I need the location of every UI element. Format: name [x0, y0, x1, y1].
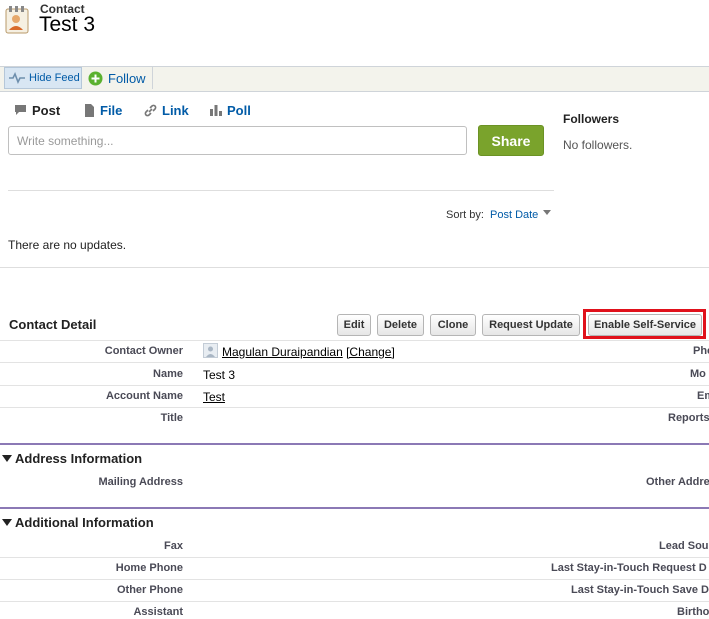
chevron-down-icon[interactable] [543, 210, 551, 215]
last-request-label: Last Stay-in-Touch Request D [551, 562, 707, 574]
tab-file[interactable]: File [84, 101, 122, 119]
delete-button[interactable]: Delete [377, 314, 424, 336]
email-label: Em [697, 390, 709, 402]
section-title-contact-detail: Contact Detail [9, 317, 97, 332]
followers-heading: Followers [563, 112, 620, 126]
section-rule [0, 507, 709, 509]
last-save-label: Last Stay-in-Touch Save D [571, 584, 709, 596]
tab-link[interactable]: Link [144, 101, 189, 119]
avatar [203, 343, 218, 358]
request-update-button[interactable]: Request Update [482, 314, 580, 336]
birthdate-label: Birtho [677, 606, 709, 618]
row-divider [0, 557, 709, 558]
section-title-address[interactable]: Address Information [15, 451, 142, 466]
row-divider [0, 362, 709, 363]
name-label: Name [153, 368, 183, 380]
highlight-box [583, 309, 706, 339]
tab-post[interactable]: Post [14, 101, 60, 119]
row-divider [0, 385, 709, 386]
reports-to-label: Reports [668, 412, 709, 424]
mobile-label: Mo [690, 368, 706, 380]
followers-empty-text: No followers. [563, 138, 633, 152]
divider [8, 190, 554, 191]
other-phone-label: Other Phone [116, 584, 183, 596]
fax-label: Fax [164, 540, 183, 552]
tab-file-label: File [100, 102, 123, 118]
tab-post-label: Post [32, 102, 61, 118]
tab-link-label: Link [162, 102, 189, 118]
lead-source-label: Lead Sou [659, 540, 709, 552]
page-title: Test 3 [39, 13, 96, 36]
edit-button[interactable]: Edit [337, 314, 371, 336]
contact-owner-value: Magulan Duraipandian [Change] [222, 345, 395, 359]
clone-button[interactable]: Clone [430, 314, 476, 336]
row-divider [0, 579, 709, 580]
collapse-triangle-icon[interactable] [2, 519, 12, 526]
plus-circle-icon [88, 71, 103, 86]
title-label: Title [160, 412, 183, 424]
account-link[interactable]: Test [203, 390, 225, 404]
bar-chart-icon [210, 104, 222, 116]
row-divider [0, 601, 709, 602]
account-name-label: Account Name [105, 390, 183, 402]
speech-bubble-icon [14, 104, 27, 116]
change-owner-link[interactable]: [Change] [346, 345, 395, 359]
follow-button[interactable]: Follow [88, 67, 153, 89]
row-divider [0, 407, 709, 408]
file-icon [84, 103, 95, 117]
sort-dropdown[interactable]: Post Date [490, 209, 538, 221]
name-value: Test 3 [203, 368, 236, 382]
collapse-triangle-icon[interactable] [2, 455, 12, 462]
other-address-label: Other Addre [646, 476, 709, 488]
pulse-icon [9, 72, 25, 84]
phone-label: Pho [693, 345, 709, 357]
follow-label: Follow [108, 70, 146, 86]
hide-feed-button[interactable]: Hide Feed [4, 67, 82, 89]
feed-empty-text: There are no updates. [8, 238, 127, 252]
link-icon [144, 104, 157, 117]
home-phone-label: Home Phone [115, 562, 183, 574]
contact-owner-link[interactable]: Magulan Duraipandian [222, 345, 343, 359]
tab-poll-label: Poll [227, 102, 251, 118]
divider [0, 267, 709, 268]
sort-label: Sort by: [446, 209, 484, 221]
tab-poll[interactable]: Poll [210, 101, 251, 119]
contact-owner-label: Contact Owner [104, 345, 183, 357]
account-name-value: Test [203, 390, 225, 404]
section-title-additional[interactable]: Additional Information [15, 515, 154, 530]
contact-card-icon [4, 5, 34, 35]
share-button[interactable]: Share [478, 125, 544, 156]
post-input[interactable] [8, 126, 467, 155]
row-divider [0, 340, 709, 341]
assistant-label: Assistant [133, 606, 183, 618]
section-rule [0, 443, 709, 445]
hide-feed-label: Hide Feed [29, 72, 80, 84]
mailing-address-label: Mailing Address [98, 476, 183, 488]
